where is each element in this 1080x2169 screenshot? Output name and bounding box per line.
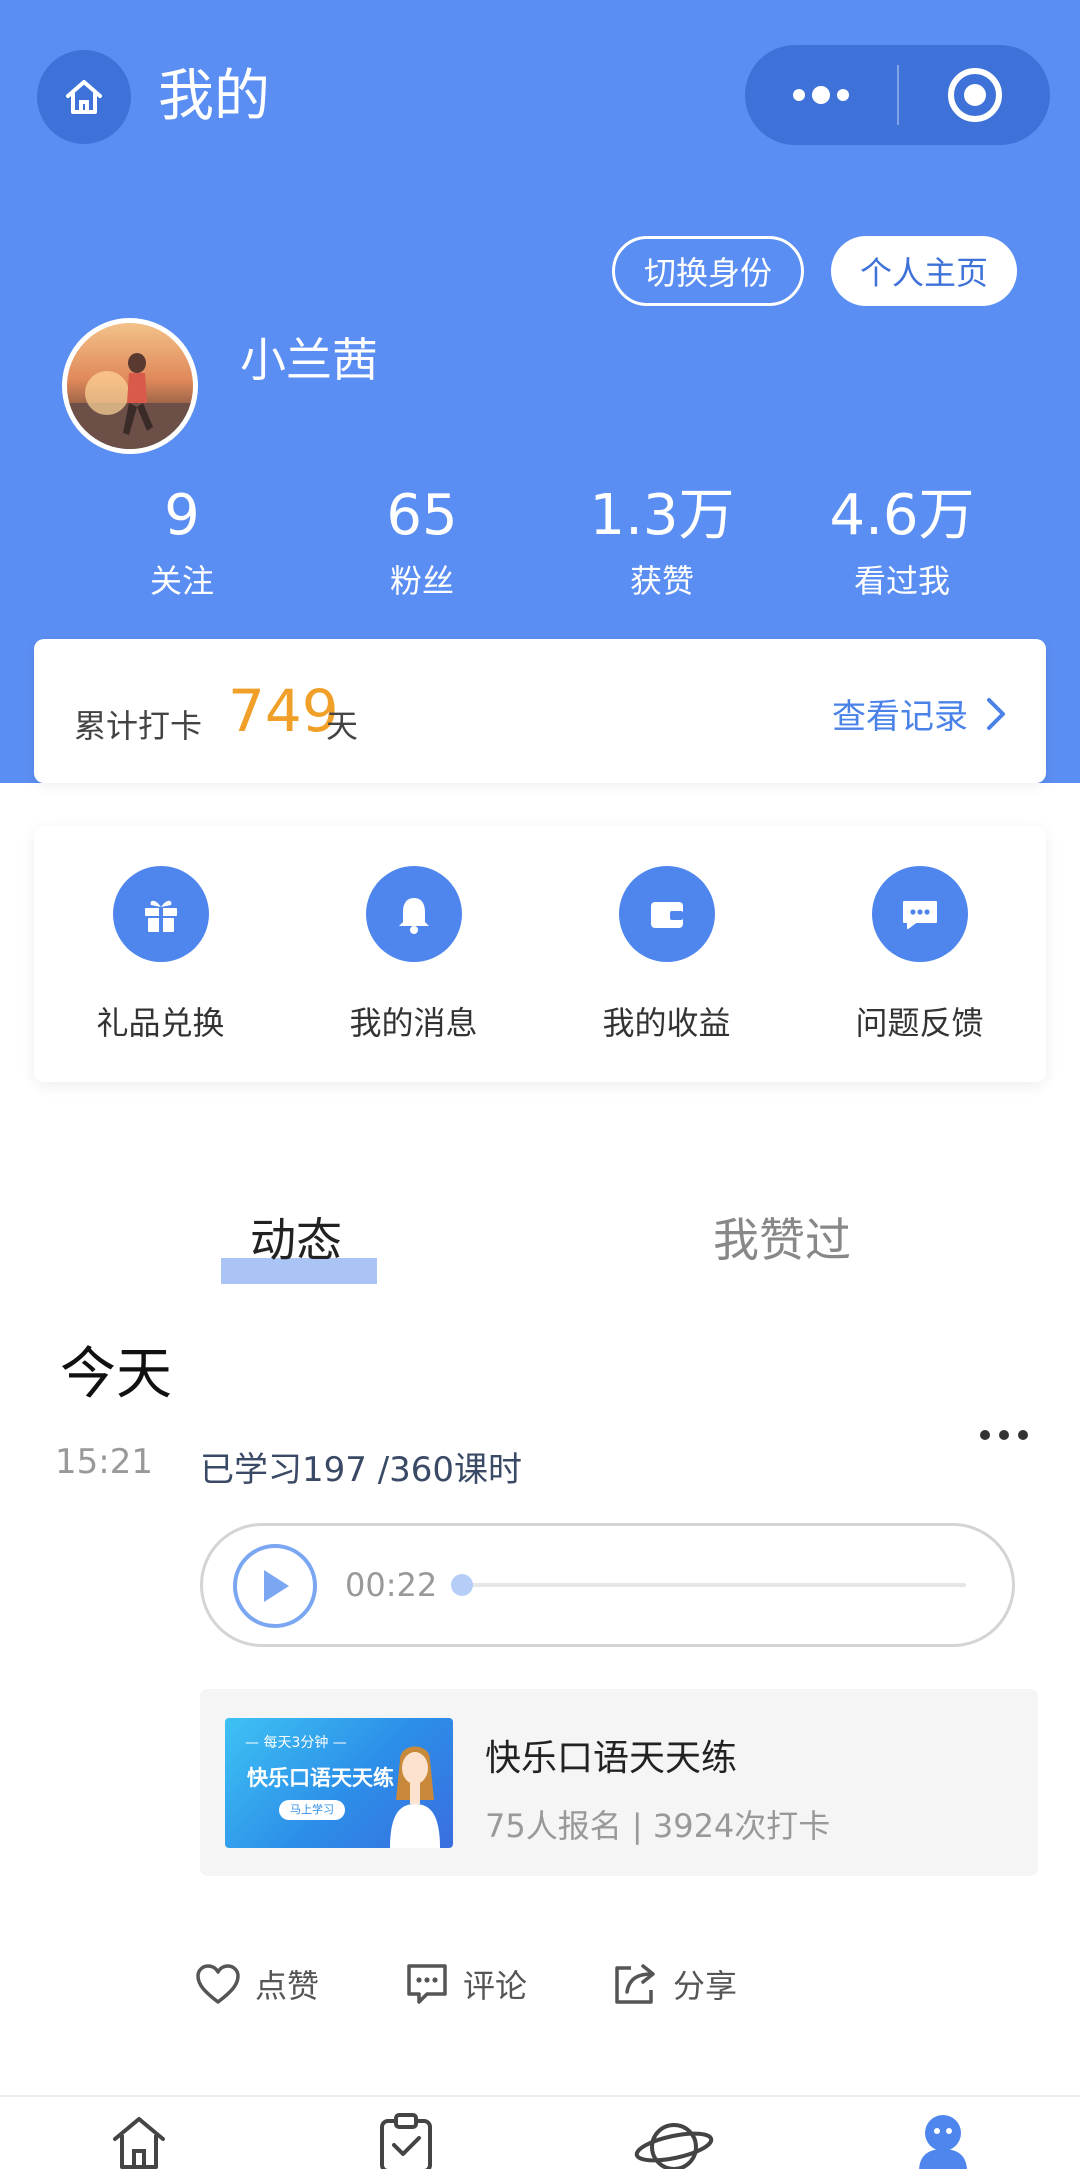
more-dot-icon — [980, 1430, 990, 1440]
feed-tabs: 动态 我赞过 — [0, 1210, 1080, 1290]
stat-value: 65 — [386, 483, 458, 548]
checkin-unit: 天 — [326, 707, 359, 745]
switch-identity-button[interactable]: 切换身份 — [612, 236, 804, 306]
post-time: 15:21 — [55, 1442, 153, 1482]
thumb-title: 快乐口语天天练 — [247, 1766, 394, 1790]
audio-player: 00:22 — [200, 1523, 1015, 1647]
tab-liked[interactable]: 我赞过 — [713, 1210, 851, 1270]
quick-actions-card: 礼品兑换 我的消息 我的收益 问题反馈 — [34, 826, 1046, 1082]
more-dot-icon — [999, 1430, 1009, 1440]
checkin-label: 累计打卡 — [74, 707, 203, 745]
more-button[interactable] — [745, 45, 897, 145]
tab-activity[interactable]: 动态 — [250, 1210, 342, 1270]
share-button[interactable]: 分享 — [613, 1956, 737, 2012]
heart-icon — [196, 1964, 240, 2004]
thumb-tagline: — 每天3分钟 — — [245, 1735, 347, 1751]
share-icon — [615, 1964, 655, 2004]
gift-exchange-button[interactable]: 礼品兑换 — [34, 826, 287, 1082]
view-records-link[interactable]: 查看记录 — [832, 689, 1006, 738]
course-title: 快乐口语天天练 — [485, 1738, 738, 1779]
mini-program-capsule — [745, 45, 1050, 145]
stat-label: 看过我 — [853, 562, 950, 600]
my-messages-button[interactable]: 我的消息 — [287, 826, 540, 1082]
stat-value: 9 — [164, 483, 200, 548]
page-title: 我的 — [158, 64, 270, 129]
stat-label: 关注 — [149, 562, 214, 600]
stat-visitors[interactable]: 4.6万 看过我 — [782, 480, 1022, 620]
stat-label: 粉丝 — [389, 562, 454, 600]
target-icon — [947, 68, 1002, 122]
course-card[interactable]: — 每天3分钟 — 快乐口语天天练 马上学习 快乐口语天天练 75人报名 | 3… — [200, 1689, 1038, 1876]
quick-action-label: 问题反馈 — [855, 1004, 984, 1042]
quick-action-label: 我的收益 — [602, 1004, 731, 1042]
profile-icon — [919, 2115, 967, 2169]
thumb-button: 马上学习 — [279, 1800, 345, 1820]
share-label: 分享 — [673, 1967, 738, 2005]
my-earnings-button[interactable]: 我的收益 — [540, 826, 793, 1082]
home-button[interactable] — [37, 50, 131, 144]
comment-button[interactable]: 评论 — [405, 1956, 527, 2012]
stat-likes[interactable]: 1.3万 获赞 — [542, 480, 782, 620]
stat-fans[interactable]: 65 粉丝 — [302, 480, 542, 620]
feedback-button[interactable]: 问题反馈 — [793, 826, 1046, 1082]
home-icon — [113, 2117, 165, 2169]
audio-time: 00:22 — [345, 1566, 438, 1604]
like-label: 点赞 — [255, 1967, 320, 2005]
post-more-button[interactable] — [980, 1430, 1028, 1440]
chevron-right-icon — [987, 697, 1005, 730]
checkin-days: 749 — [228, 677, 339, 745]
home-icon — [66, 80, 102, 114]
avatar[interactable] — [62, 318, 198, 454]
clipboard-check-icon — [380, 2113, 432, 2169]
comment-icon — [407, 1964, 447, 2004]
comment-label: 评论 — [463, 1967, 528, 2005]
tabbar-discover[interactable] — [634, 2111, 714, 2169]
post-text: 已学习197 /360课时 — [200, 1450, 523, 1490]
audio-progress-handle[interactable] — [451, 1574, 473, 1596]
bell-icon — [398, 898, 429, 934]
more-dots-icon — [793, 86, 849, 104]
planet-icon — [634, 2123, 714, 2169]
username: 小兰茜 — [240, 333, 378, 387]
chat-bubble-icon — [902, 901, 937, 929]
more-dot-icon — [1018, 1430, 1028, 1440]
wallet-icon — [650, 902, 683, 928]
thumb-person-illustration — [390, 1746, 440, 1848]
quick-action-label: 我的消息 — [349, 1004, 478, 1042]
tabbar-profile[interactable] — [903, 2111, 983, 2169]
like-button[interactable]: 点赞 — [195, 1956, 319, 2012]
view-records-label: 查看记录 — [832, 697, 968, 737]
stat-value: 4.6万 — [829, 483, 975, 548]
tabbar-tasks[interactable] — [366, 2111, 446, 2169]
course-meta: 75人报名 | 3924次打卡 — [485, 1807, 831, 1845]
post-actions: 点赞 评论 分享 — [195, 1956, 823, 2012]
stat-label: 获赞 — [629, 562, 694, 600]
audio-progress-track[interactable] — [461, 1583, 966, 1587]
course-thumbnail: — 每天3分钟 — 快乐口语天天练 马上学习 — [225, 1718, 453, 1848]
gift-icon — [144, 900, 177, 932]
profile-stats: 9 关注 65 粉丝 1.3万 获赞 4.6万 看过我 — [62, 480, 1022, 620]
play-button[interactable] — [233, 1544, 317, 1628]
checkin-card: 累计打卡 749 天 查看记录 — [34, 639, 1046, 783]
stat-following[interactable]: 9 关注 — [62, 480, 302, 620]
tabbar-home[interactable] — [99, 2111, 179, 2169]
stat-value: 1.3万 — [589, 483, 735, 548]
feed-day-heading: 今天 — [60, 1342, 172, 1407]
personal-homepage-button[interactable]: 个人主页 — [831, 236, 1017, 306]
play-icon — [264, 1570, 289, 1602]
close-mini-program-button[interactable] — [899, 45, 1050, 145]
bottom-tab-bar — [0, 2095, 1080, 2169]
quick-action-label: 礼品兑换 — [96, 1004, 225, 1042]
